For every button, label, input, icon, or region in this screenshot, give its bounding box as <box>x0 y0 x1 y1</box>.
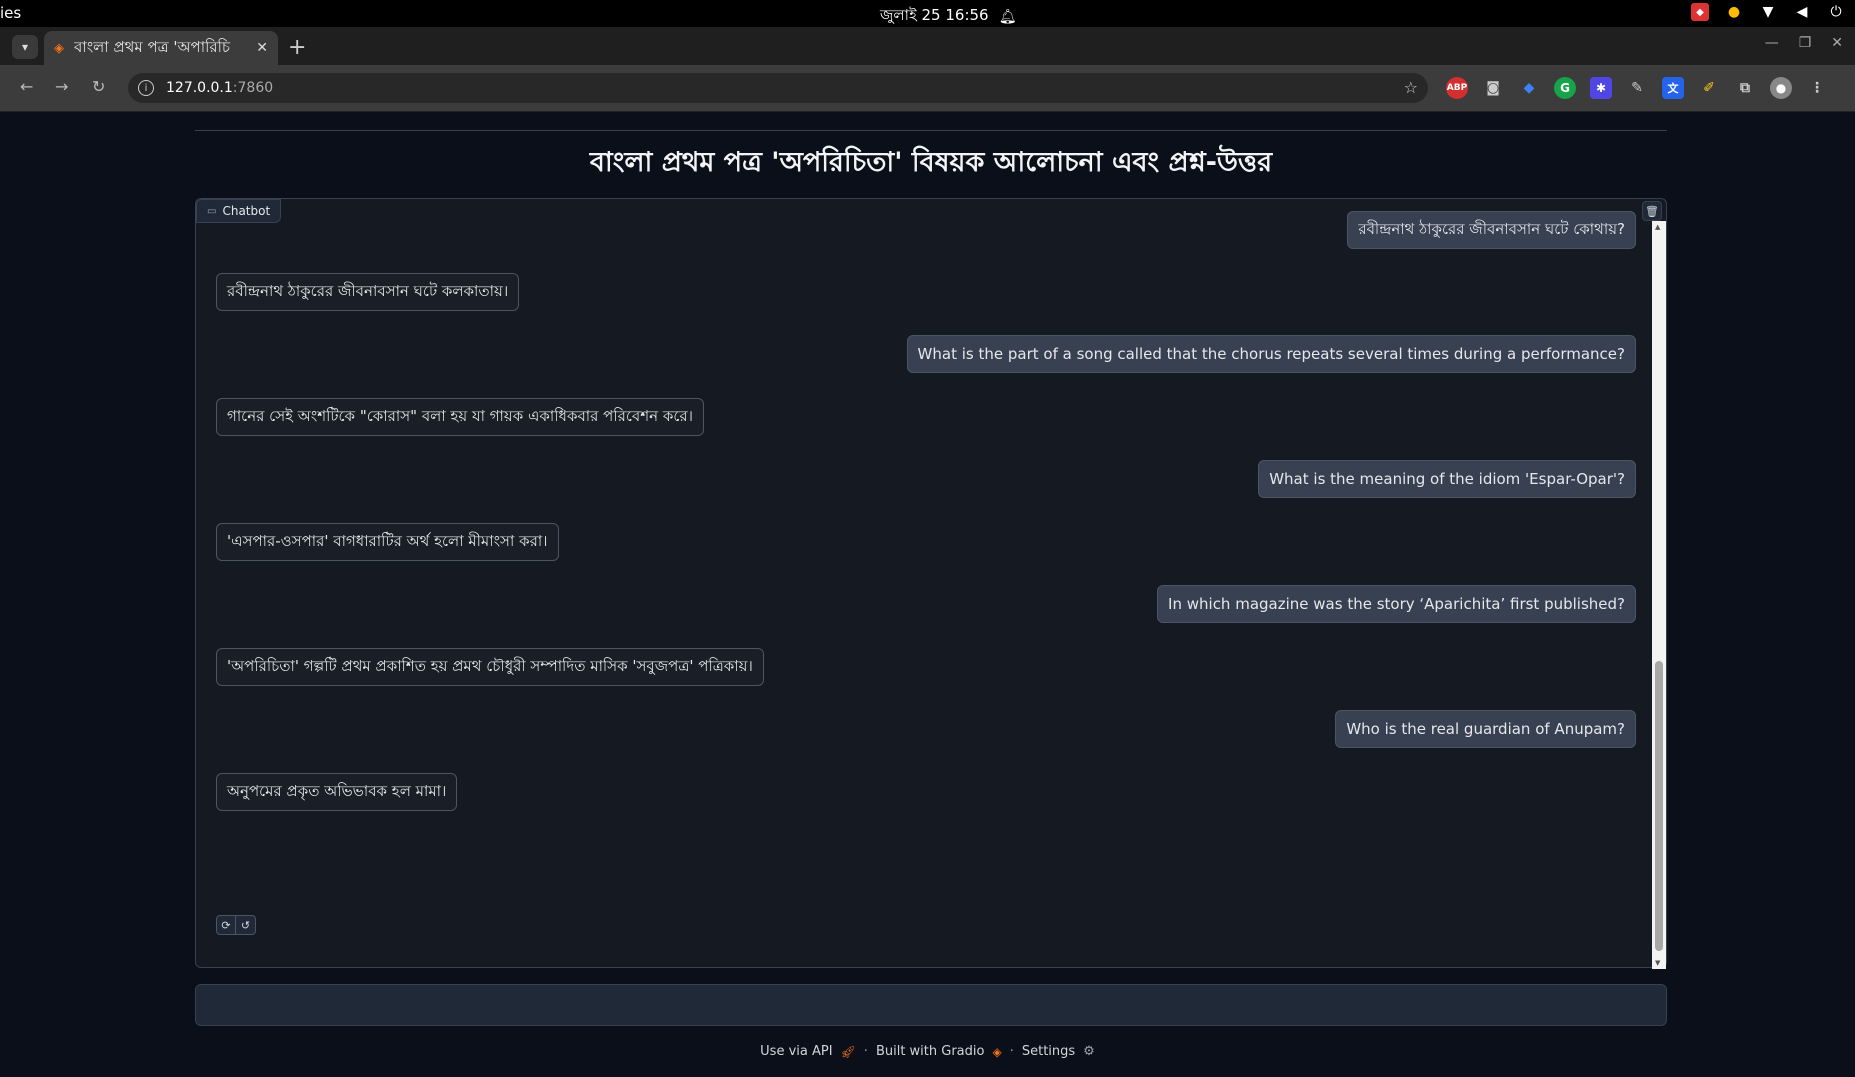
url-host: 127.0.0.1 <box>166 80 233 96</box>
new-tab-button[interactable]: + <box>288 35 306 60</box>
tab-title: বাংলা প্রথম পত্র 'অপারিচি <box>74 37 231 56</box>
separator-dot: · <box>1009 1044 1014 1059</box>
rocket-icon: 🚀︎ <box>840 1044 856 1059</box>
clear-chat-trash-icon[interactable]: 🗑︎ <box>1642 201 1662 221</box>
gear-icon: ⚙ <box>1083 1044 1095 1059</box>
bot-message: গানের সেই অংশটিকে "কোরাস" বলা হয় যা গায… <box>216 398 704 436</box>
highlighter-icon[interactable]: ✐ <box>1698 77 1720 99</box>
restore-icon[interactable]: ❐ <box>1799 35 1812 51</box>
bell-icon[interactable]: 🔔︎ <box>999 8 1017 26</box>
browser-menu-icon[interactable]: ⋮ <box>1806 77 1828 99</box>
power-icon[interactable]: ⏻ <box>1827 3 1845 21</box>
user-message: What is the part of a song called that t… <box>906 335 1636 373</box>
undo-icon[interactable]: ↺ <box>236 915 256 935</box>
reload-icon[interactable]: ↻ <box>92 77 105 96</box>
profile-avatar[interactable]: ● <box>1770 77 1792 99</box>
tab-search-button[interactable]: ▾ <box>12 35 38 59</box>
built-with-gradio-link[interactable]: Built with Gradio <box>876 1044 985 1059</box>
adblock-icon[interactable]: ABP <box>1446 77 1468 99</box>
site-info-icon[interactable]: i <box>138 80 154 96</box>
bot-message: 'এসপার-ওসপার' বাগধারাটির অর্থ হলো মীমাংস… <box>216 523 559 561</box>
gradio-page: বাংলা প্রথম পত্র 'অপরিচিতা' বিষয়ক আলোচন… <box>0 112 1855 1077</box>
user-message: What is the meaning of the idiom 'Espar-… <box>1258 460 1636 498</box>
chatbot-label: ▭ Chatbot <box>196 199 282 223</box>
chat-bubble-icon: ▭ <box>207 205 217 217</box>
user-message: রবীন্দ্রনাথ ঠাকুরের জীবনাবসান ঘটে কোথায়… <box>1347 211 1636 249</box>
scroll-thumb[interactable] <box>1655 661 1663 951</box>
user-message: In which magazine was the story ‘Aparich… <box>1157 585 1636 623</box>
minimize-icon[interactable]: — <box>1765 35 1779 51</box>
translate-icon[interactable]: 文 <box>1662 77 1684 99</box>
os-top-bar: ies জুলাই 25 16:56 🔔︎ ◆ ● ▼ ◀ ⏻ <box>0 0 1855 27</box>
page-title: বাংলা প্রথম পত্র 'অপরিচিতা' বিষয়ক আলোচন… <box>589 147 1273 178</box>
separator-dot: · <box>863 1044 868 1059</box>
chrome-icon[interactable]: ● <box>1725 3 1743 21</box>
chatbot-panel: ▭ Chatbot 🗑︎ রবীন্দ্রনাথ ঠাকুরের জীবনাবস… <box>195 198 1667 969</box>
forward-icon[interactable]: → <box>55 77 68 96</box>
close-window-icon[interactable]: ✕ <box>1831 35 1843 51</box>
bot-message: 'অপরিচিতা' গল্পটি প্রথম প্রকাশিত হয় প্র… <box>216 648 764 686</box>
browser-toolbar: ← → ↻ i 127.0.0.1:7860 ☆ ABP ◙ ◆ G ✱ ✎ 文… <box>0 65 1855 112</box>
settings-extension-icon[interactable]: ✱ <box>1590 77 1612 99</box>
edit-extension-icon[interactable]: ✎ <box>1626 77 1648 99</box>
address-bar[interactable]: i 127.0.0.1:7860 ☆ <box>128 73 1428 103</box>
os-activities-label[interactable]: ies <box>0 4 21 22</box>
anydesk-icon[interactable]: ◆ <box>1691 3 1709 21</box>
back-icon[interactable]: ← <box>20 77 33 96</box>
bot-message: রবীন্দ্রনাথ ঠাকুরের জীবনাবসান ঘটে কলকাতা… <box>216 273 520 311</box>
bot-message: অনুপমের প্রকৃত অভিভাবক হল মামা। <box>216 773 458 811</box>
message-actions: ⟳ ↺ <box>216 915 256 935</box>
chatbot-label-text: Chatbot <box>222 204 271 218</box>
retry-icon[interactable]: ⟳ <box>216 915 236 935</box>
grammarly-icon[interactable]: G <box>1554 77 1576 99</box>
wifi-icon[interactable]: ▼ <box>1759 3 1777 21</box>
user-message: Who is the real guardian of Anupam? <box>1335 710 1636 748</box>
settings-link[interactable]: Settings <box>1022 1044 1075 1059</box>
browser-tab-active[interactable]: ◈ বাংলা প্রথম পত্র 'অপারিচি ✕ <box>44 31 278 65</box>
shield-extension-icon[interactable]: ◆ <box>1518 77 1540 99</box>
bookmark-star-icon[interactable]: ☆ <box>1404 78 1418 97</box>
tab-close-icon[interactable]: ✕ <box>256 40 268 56</box>
url-port: :7860 <box>232 80 274 96</box>
os-clock[interactable]: জুলাই 25 16:56 <box>880 4 989 29</box>
browser-tab-strip: ▾ ◈ বাংলা প্রথম পত্র 'অপারিচি ✕ + — ❐ ✕ <box>0 27 1855 65</box>
divider <box>195 130 1667 131</box>
chat-scrollbar[interactable]: ▲ ▼ <box>1652 221 1666 969</box>
gradio-logo-icon: ◈ <box>992 1044 1002 1059</box>
footer: Use via API 🚀︎ · Built with Gradio ◈ · S… <box>0 1044 1855 1059</box>
use-via-api-link[interactable]: Use via API <box>760 1044 832 1059</box>
message-input[interactable] <box>195 984 1667 1026</box>
camera-extension-icon[interactable]: ◙ <box>1482 77 1504 99</box>
scroll-up-icon[interactable]: ▲ <box>1655 223 1660 231</box>
extensions-puzzle-icon[interactable]: ⧉ <box>1734 77 1756 99</box>
gradio-favicon-icon: ◈ <box>54 40 64 56</box>
scroll-down-icon[interactable]: ▼ <box>1655 959 1660 967</box>
volume-icon[interactable]: ◀ <box>1793 3 1811 21</box>
